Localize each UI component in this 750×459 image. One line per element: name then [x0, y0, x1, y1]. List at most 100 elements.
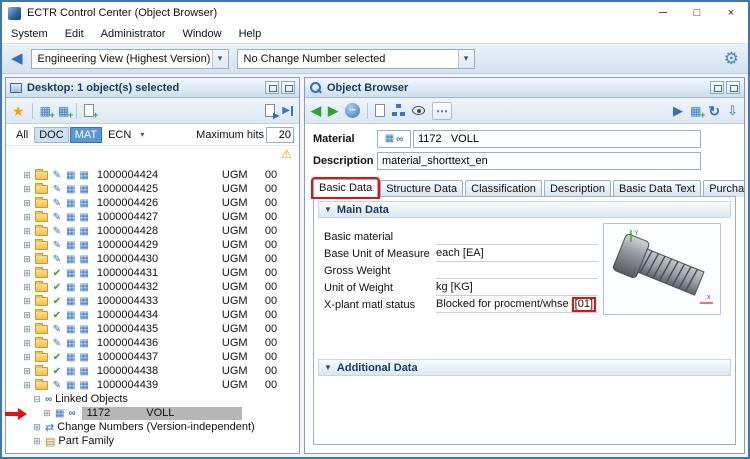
export-document-icon[interactable]: ▶	[265, 104, 279, 120]
table-row[interactable]: ⊞ ▦ ▦ 1000004438 UGM 00	[6, 364, 299, 378]
float-panel-button[interactable]	[265, 81, 279, 94]
menu-item[interactable]: System	[11, 28, 48, 40]
filter-tab[interactable]: ECN	[103, 127, 136, 143]
table-row[interactable]: ⊞ ▦ ▦ 1000004436 UGM 00	[6, 336, 299, 350]
expand-icon[interactable]: ⊞	[22, 324, 32, 335]
expand-icon[interactable]: ⊞	[22, 338, 32, 349]
material-input[interactable]	[413, 130, 701, 148]
part-family-node[interactable]: ⊞ ▤ Part Family	[6, 434, 299, 448]
close-button[interactable]: ×	[714, 2, 748, 24]
chevron-down-icon[interactable]: ▾	[211, 49, 228, 68]
filter-dropdown-icon[interactable]: ▾	[138, 130, 146, 139]
menu-item[interactable]: Help	[239, 28, 262, 40]
expand-icon[interactable]: ⊞	[22, 380, 32, 391]
field-value[interactable]	[436, 262, 598, 279]
float-panel-button[interactable]	[710, 81, 724, 94]
expand-icon[interactable]: ⊞	[22, 254, 32, 265]
field-value[interactable]: each [EA]	[436, 245, 598, 262]
table-row[interactable]: ⊞ ▦ ▦ 1000004424 UGM 00	[6, 168, 299, 182]
expand-icon[interactable]: ⊞	[22, 268, 32, 279]
description-input[interactable]	[377, 152, 701, 170]
additional-data-section-header[interactable]: ▼ Additional Data	[318, 359, 731, 376]
expand-icon[interactable]: ⊞	[22, 366, 32, 377]
field-value[interactable]: Blocked for procment/whse [01]	[436, 296, 598, 313]
filter-tab[interactable]: DOC	[34, 126, 69, 143]
table-row[interactable]: ⊞ ▦ ▦ 1000004430 UGM 00	[6, 252, 299, 266]
table-row[interactable]: ⊞ ▦ ▦ 1000004432 UGM 00	[6, 280, 299, 294]
back-arrow-icon[interactable]: ◀	[11, 51, 23, 66]
chevron-down-icon[interactable]: ▾	[457, 49, 474, 68]
add-to-table-icon[interactable]: ▦ +	[690, 105, 705, 120]
favorites-star-icon[interactable]: ★	[12, 104, 25, 118]
tab[interactable]: Structure Data	[380, 180, 464, 197]
minimize-button[interactable]: ─	[646, 2, 680, 24]
import-icon[interactable]: ⇩	[727, 104, 738, 117]
expand-icon[interactable]: ⊞	[22, 352, 32, 363]
overflow-menu-icon[interactable]: ⋯	[432, 101, 452, 120]
tab[interactable]: Basic Data Text	[612, 180, 702, 197]
expand-icon[interactable]: ⊞	[22, 226, 32, 237]
new-document-icon[interactable]: +	[84, 104, 98, 120]
filter-tab[interactable]: MAT	[69, 126, 103, 143]
linked-item-row[interactable]: ⊞ ▦ ∞ 1172 VOLL	[6, 406, 299, 420]
expand-icon[interactable]: ⊞	[22, 296, 32, 307]
table-row[interactable]: ⊞ ▦ ▦ 1000004439 UGM 00	[6, 378, 299, 392]
eye-icon[interactable]	[412, 106, 425, 115]
table-row[interactable]: ⊞ ▦ ▦ 1000004429 UGM 00	[6, 238, 299, 252]
table-row[interactable]: ⊞ ▦ ▦ 1000004434 UGM 00	[6, 308, 299, 322]
new-document-icon[interactable]	[375, 104, 385, 117]
tab[interactable]: Purchase Ord...	[703, 180, 744, 197]
table-row[interactable]: ⊞ ▦ ▦ 1000004425 UGM 00	[6, 182, 299, 196]
table-row[interactable]: ⊞ ▦ ▦ 1000004428 UGM 00	[6, 224, 299, 238]
filter-tab[interactable]: All	[11, 127, 33, 143]
history-forward-icon[interactable]: ▶	[328, 104, 338, 117]
field-value[interactable]: kg [KG]	[436, 279, 598, 296]
table-row[interactable]: ⊞ ▦ ▦ 1000004437 UGM 00	[6, 350, 299, 364]
svg-text:x: x	[707, 294, 711, 301]
maximize-panel-button[interactable]	[281, 81, 295, 94]
tab[interactable]: Basic Data	[313, 179, 379, 197]
expand-icon[interactable]: ⊞	[22, 282, 32, 293]
main-data-section-header[interactable]: ▼ Main Data	[318, 201, 731, 218]
table-row[interactable]: ⊞ ▦ ▦ 1000004433 UGM 00	[6, 294, 299, 308]
expand-icon[interactable]: ⊞	[22, 240, 32, 251]
expand-icon[interactable]: ⊞	[22, 310, 32, 321]
change-number-select[interactable]: No Change Number selected ▾	[236, 48, 475, 69]
menu-item[interactable]: Administrator	[101, 28, 166, 40]
related-objects-icon[interactable]: •••	[345, 103, 360, 118]
menu-item[interactable]: Edit	[65, 28, 84, 40]
filter-table-icon[interactable]: ▦ +	[40, 105, 55, 120]
tab[interactable]: Description	[543, 180, 611, 197]
maximize-button[interactable]: □	[680, 2, 714, 24]
selected-linked-item[interactable]: 1172 VOLL	[81, 406, 242, 420]
table-row[interactable]: ⊞ ▦ ▦ 1000004431 UGM 00	[6, 266, 299, 280]
grid-icon: ▦	[384, 133, 395, 144]
add-table-icon[interactable]: ▦ +	[58, 105, 73, 120]
open-in-icon[interactable]: ▶	[673, 104, 683, 117]
history-back-icon[interactable]: ◀	[311, 104, 321, 117]
engineering-view-select[interactable]: Engineering View (Highest Version) ▾	[30, 48, 229, 69]
refresh-icon[interactable]: ↻	[708, 104, 720, 118]
maximize-panel-button[interactable]	[726, 81, 740, 94]
settings-gear-icon[interactable]: ⚙	[724, 50, 739, 67]
max-hits-input[interactable]	[266, 126, 294, 143]
change-numbers-node[interactable]: ⊞ ⇄ Change Numbers (Version-independent)	[6, 420, 299, 434]
dock-right-icon[interactable]: ▶	[282, 105, 293, 116]
table-row[interactable]: ⊞ ▦ ▦ 1000004426 UGM 00	[6, 196, 299, 210]
expand-icon[interactable]: ⊞	[22, 212, 32, 223]
material-link-button[interactable]: ▦ ∞	[377, 130, 411, 148]
expand-icon[interactable]: ⊞	[42, 408, 52, 419]
menu-item[interactable]: Window	[182, 28, 221, 40]
expand-icon[interactable]: ⊞	[32, 436, 42, 447]
expand-icon[interactable]: ⊞	[22, 198, 32, 209]
tab[interactable]: Classification	[465, 180, 542, 197]
table-row[interactable]: ⊞ ▦ ▦ 1000004435 UGM 00	[6, 322, 299, 336]
table-row[interactable]: ⊞ ▦ ▦ 1000004427 UGM 00	[6, 210, 299, 224]
collapse-icon[interactable]: ⊟	[32, 394, 42, 405]
expand-icon[interactable]: ⊞	[22, 184, 32, 195]
expand-icon[interactable]: ⊞	[22, 170, 32, 181]
field-value[interactable]	[436, 228, 598, 245]
linked-objects-node[interactable]: ⊟ ∞ Linked Objects	[6, 392, 299, 406]
structure-icon[interactable]	[392, 104, 405, 117]
expand-icon[interactable]: ⊞	[32, 422, 42, 433]
